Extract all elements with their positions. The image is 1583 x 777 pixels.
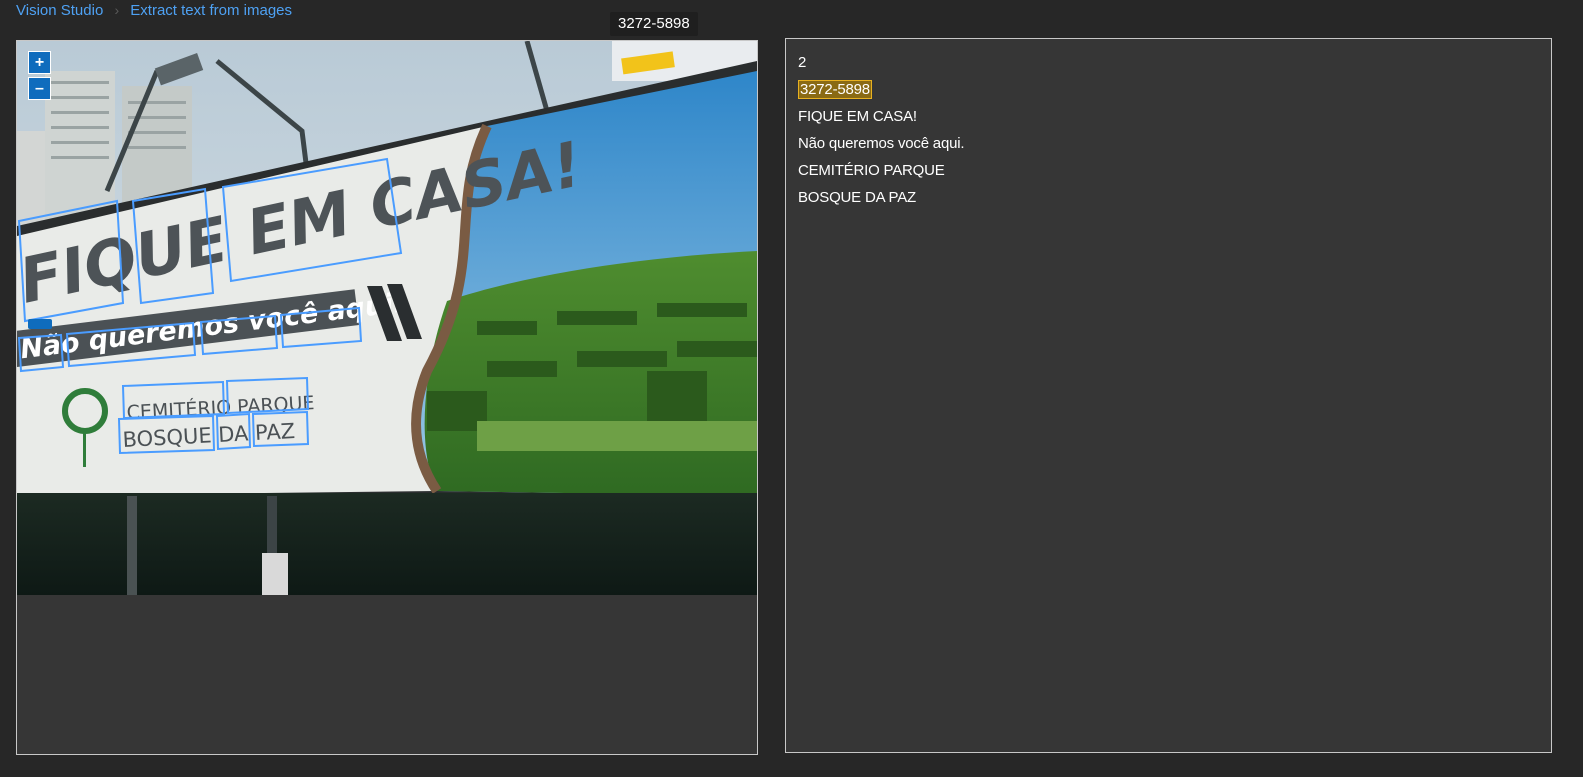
breadcrumb: Vision Studio › Extract text from images bbox=[16, 0, 292, 20]
vision-studio-app: Vision Studio › Extract text from images… bbox=[0, 0, 1583, 777]
result-line[interactable]: FIQUE EM CASA! bbox=[798, 103, 1539, 130]
result-line-selected[interactable]: 3272-5898 bbox=[798, 76, 1539, 103]
billboard-photo: FIQUE EM CASA! Não queremos você aqui. C… bbox=[17, 41, 757, 595]
result-line[interactable]: Não queremos você aqui. bbox=[798, 130, 1539, 157]
result-line[interactable]: CEMITÉRIO PARQUE bbox=[798, 157, 1539, 184]
breadcrumb-vision-studio[interactable]: Vision Studio bbox=[16, 2, 103, 19]
result-highlight: 3272-5898 bbox=[798, 80, 872, 99]
zoom-out-button[interactable]: – bbox=[28, 77, 51, 100]
extracted-text-panel: 2 3272-5898 FIQUE EM CASA! Não queremos … bbox=[785, 38, 1552, 753]
bbox-tooltip: 3272-5898 bbox=[610, 12, 698, 36]
image-viewer-panel: FIQUE EM CASA! Não queremos você aqui. C… bbox=[16, 40, 758, 755]
zoom-in-button[interactable]: + bbox=[28, 51, 51, 74]
analyzed-image[interactable]: FIQUE EM CASA! Não queremos você aqui. C… bbox=[17, 41, 757, 595]
breadcrumb-extract-text[interactable]: Extract text from images bbox=[130, 2, 292, 19]
result-line[interactable]: BOSQUE DA PAZ bbox=[798, 184, 1539, 211]
image-drag-handle[interactable] bbox=[28, 319, 52, 329]
result-line[interactable]: 2 bbox=[798, 49, 1539, 76]
chevron-right-icon: › bbox=[114, 2, 120, 18]
